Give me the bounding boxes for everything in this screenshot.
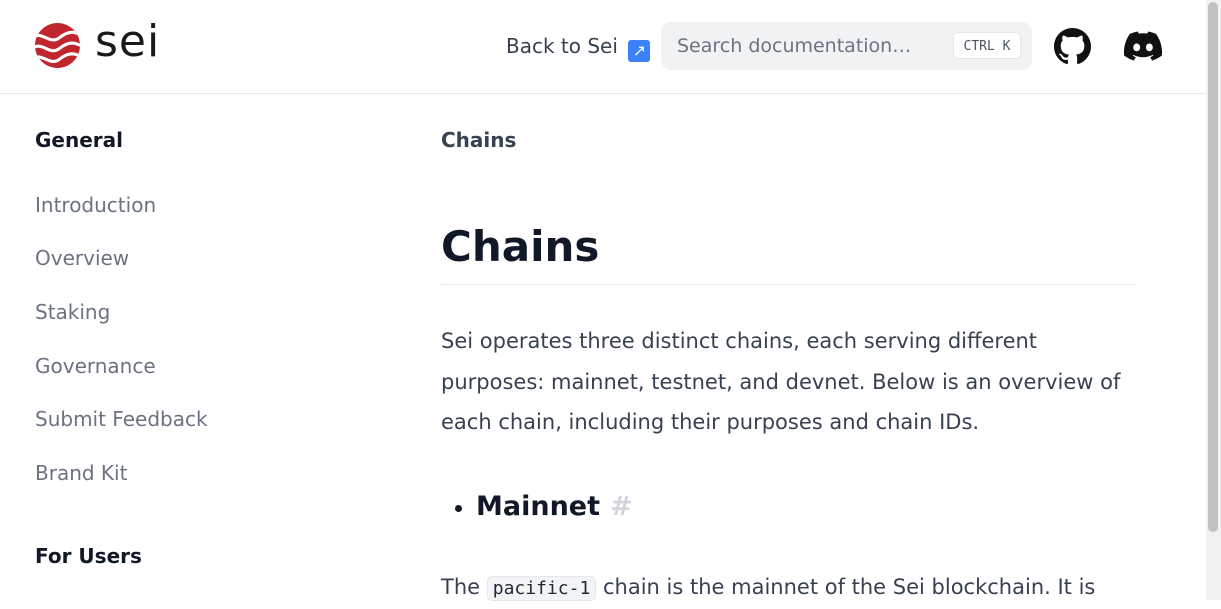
mainnet-paragraph: The pacific-1 chain is the mainnet of th… [441,567,1141,609]
title-divider [441,284,1136,285]
top-navbar: sei Back to Sei ↗ CTRL K [0,0,1206,94]
sidebar-item-introduction[interactable]: Introduction [35,193,156,217]
sidebar-item-governance[interactable]: Governance [35,354,156,378]
sidebar-item-submit-feedback[interactable]: Submit Feedback [35,407,208,431]
github-icon[interactable] [1054,28,1091,65]
back-to-sei-link[interactable]: Back to Sei ↗ [506,34,651,62]
logo-text: sei [95,15,161,67]
sei-logo[interactable]: sei [34,15,161,69]
discord-icon[interactable] [1124,30,1162,62]
mainnet-para-suffix: chain is the mainnet of the Sei blockcha… [602,575,1096,599]
sidebar-heading-for-users: For Users [35,544,142,568]
heading-anchor-link[interactable]: # [610,491,633,522]
sidebar-item-overview[interactable]: Overview [35,246,129,270]
chain-id-code: pacific-1 [486,576,597,601]
back-link-label: Back to Sei [506,34,618,58]
sei-logo-icon [34,22,81,69]
mainnet-heading: Mainnet # [476,489,633,525]
intro-paragraph: Sei operates three distinct chains, each… [441,329,1121,434]
mainnet-heading-text: Mainnet [476,491,601,522]
sidebar-item-staking[interactable]: Staking [35,300,110,324]
north-east-arrow-icon: ↗ [628,40,651,62]
keyboard-shortcut-badge: CTRL K [953,32,1021,59]
mainnet-para-prefix: The [441,575,481,599]
scrollbar-thumb[interactable] [1208,2,1218,532]
bullet-marker [455,505,462,512]
breadcrumb: Chains [441,128,517,152]
sidebar-item-brand-kit[interactable]: Brand Kit [35,461,127,485]
page-title: Chains [441,222,600,271]
page-scrollbar[interactable] [1206,0,1221,600]
search-input[interactable] [677,35,937,57]
search-box[interactable]: CTRL K [661,22,1032,70]
sidebar-heading-general: General [35,128,123,152]
